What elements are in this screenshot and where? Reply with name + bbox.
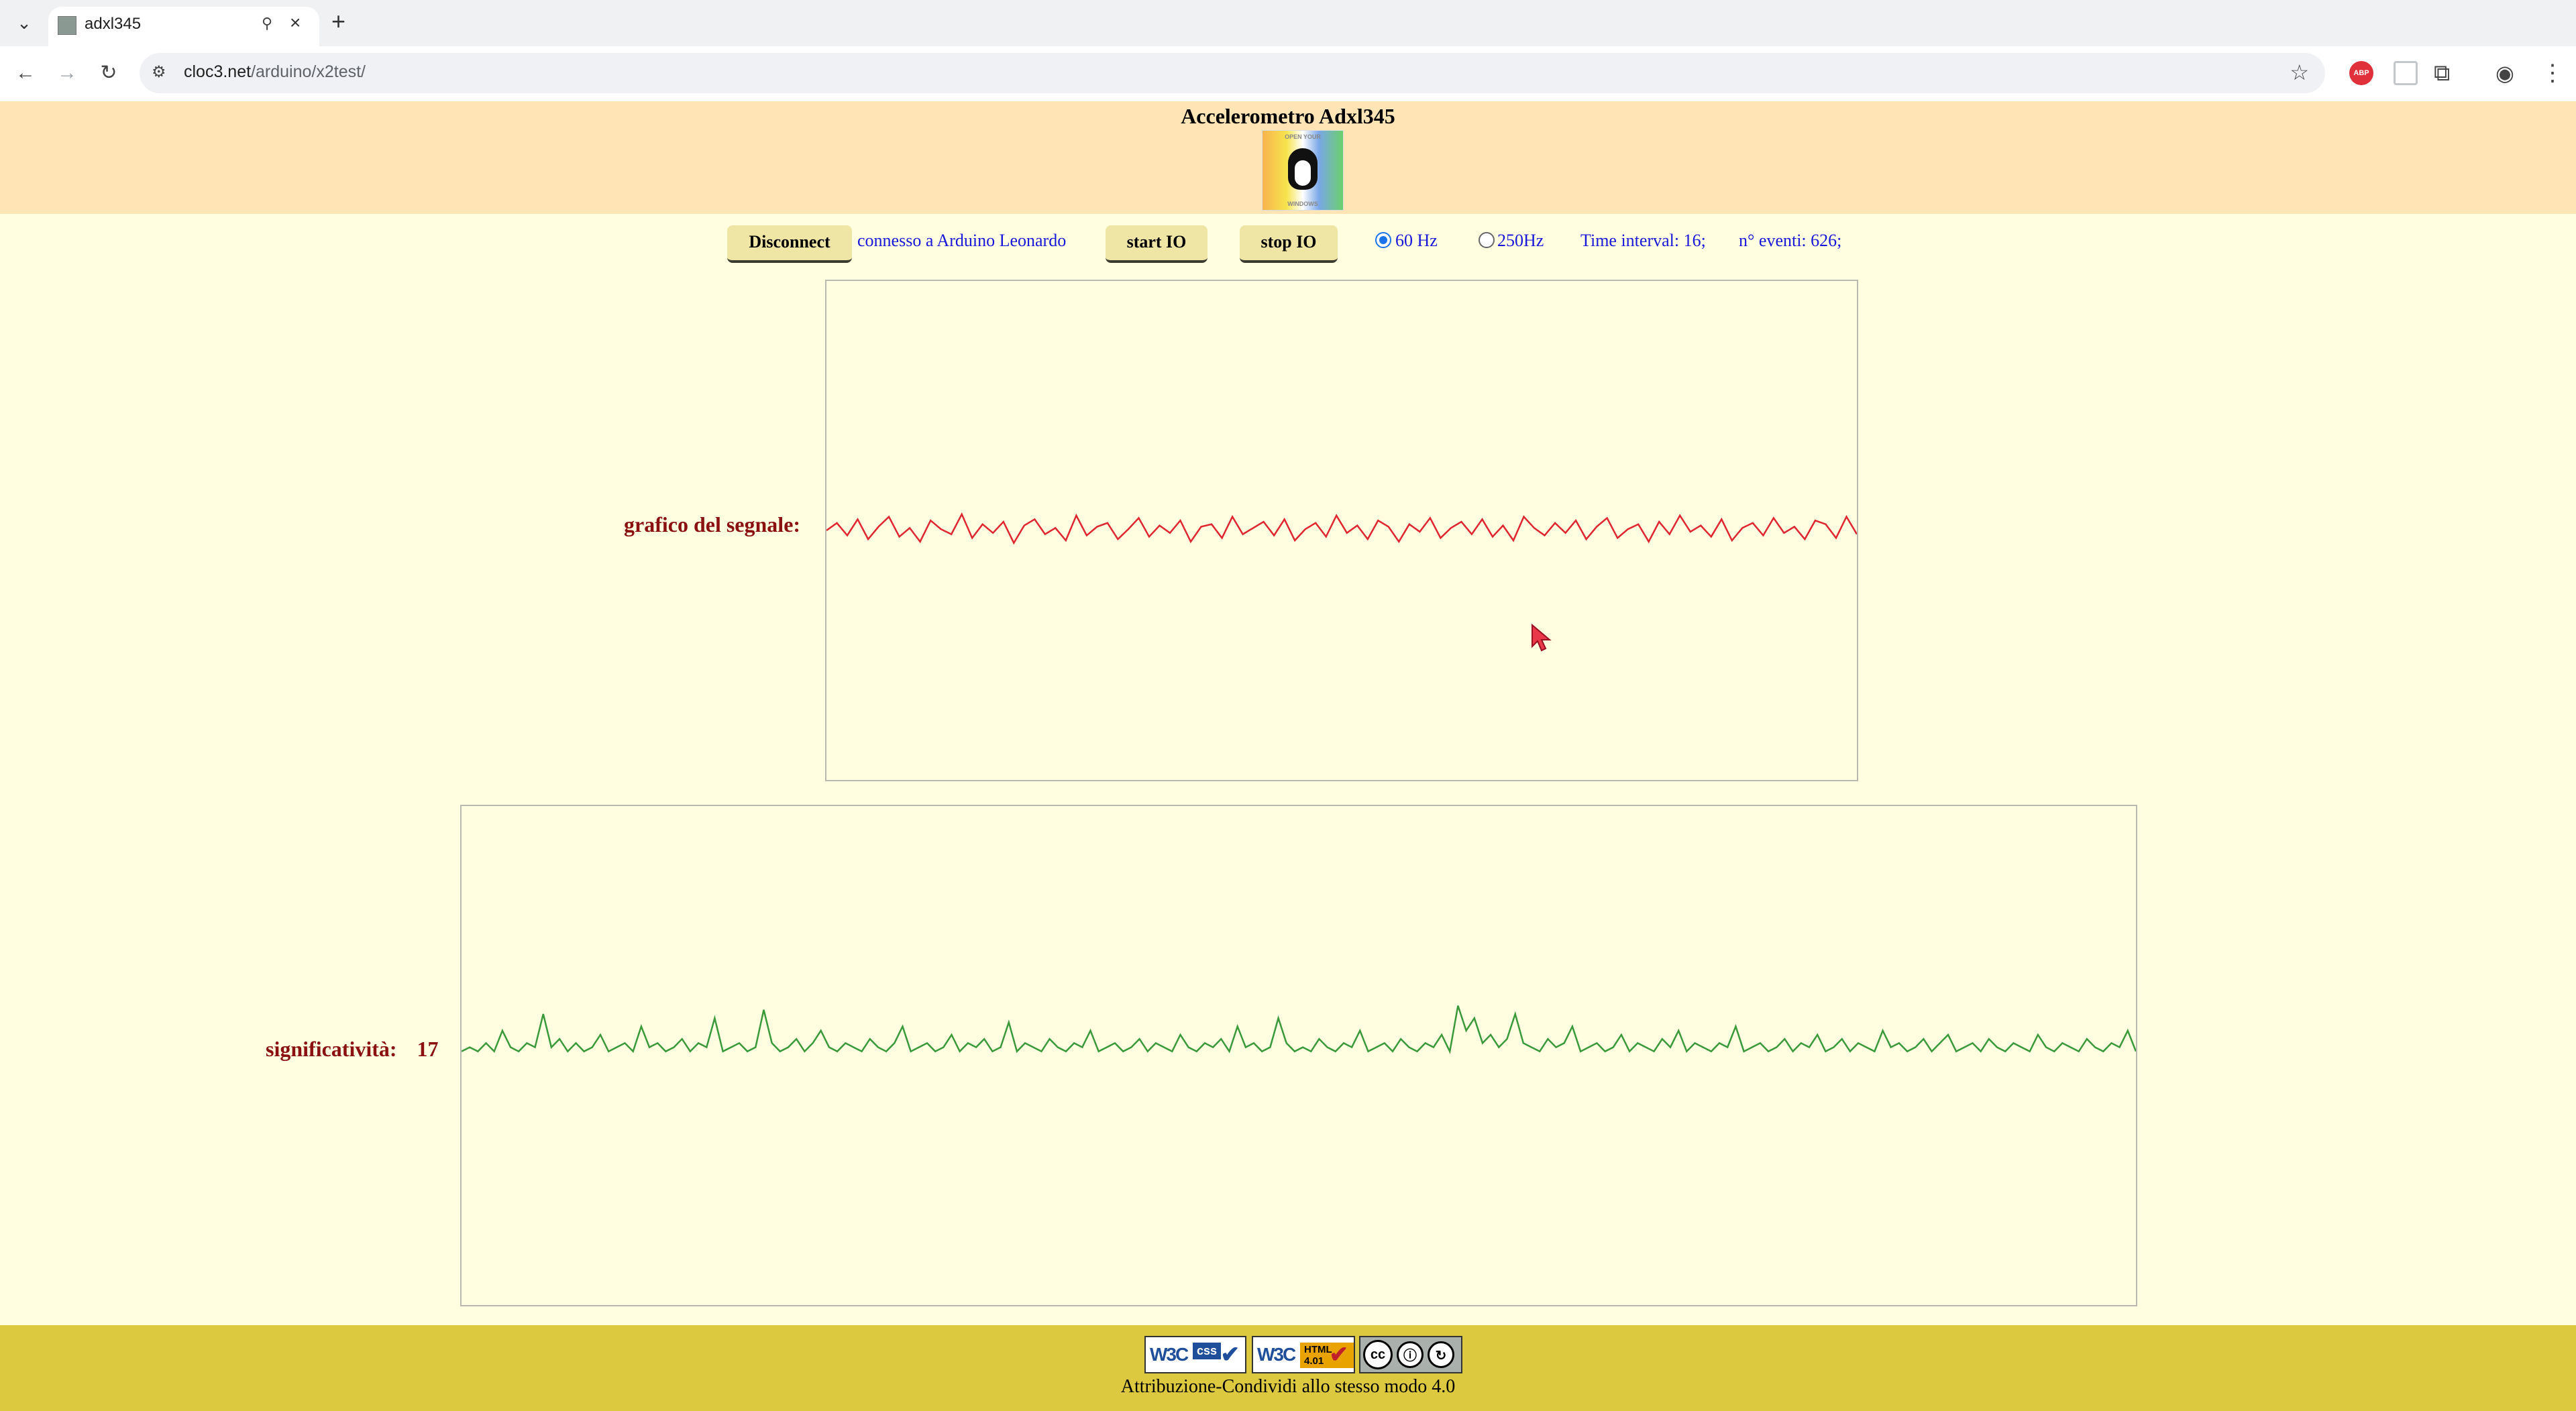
disconnect-button[interactable]: Disconnect bbox=[727, 225, 852, 263]
signal-chart-svg bbox=[826, 512, 1858, 545]
rate-60-label[interactable]: 60 Hz bbox=[1395, 231, 1438, 251]
cc-icon: cc bbox=[1363, 1340, 1393, 1369]
star-icon[interactable]: ☆ bbox=[2290, 60, 2309, 85]
url-text[interactable]: cloc3.net/arduino/x2test/ bbox=[184, 62, 366, 82]
penguin-belly bbox=[1295, 160, 1311, 186]
license-text: Attribuzione-Condividi allo stesso modo … bbox=[1120, 1376, 1456, 1397]
rate-250-radio[interactable] bbox=[1479, 232, 1495, 248]
w3c-css-logo: W3C bbox=[1150, 1344, 1189, 1365]
check-icon: ✔ bbox=[1220, 1342, 1240, 1367]
profile-icon[interactable]: ◉ bbox=[2496, 61, 2520, 85]
new-tab-icon[interactable]: + bbox=[331, 8, 345, 35]
rate-250-label[interactable]: 250Hz bbox=[1497, 231, 1544, 251]
significance-chart-svg bbox=[461, 1005, 2137, 1054]
puzzle-icon[interactable]: ⧉ bbox=[2434, 61, 2458, 85]
page-header: Accelerometro Adxl345 OPEN YOUR WINDOWS bbox=[0, 101, 2576, 214]
extension-icon[interactable] bbox=[2394, 61, 2418, 85]
kebab-menu-icon[interactable]: ⋮ bbox=[2541, 61, 2565, 85]
logo-text-bottom: WINDOWS bbox=[1287, 201, 1318, 207]
check-icon: ✔ bbox=[1329, 1342, 1349, 1367]
page-title: Accelerometro Adxl345 bbox=[1181, 104, 1395, 128]
audio-icon[interactable]: ⚲ bbox=[262, 15, 272, 32]
tab-strip: ⌄ adxl345 ⚲ × + bbox=[0, 0, 2576, 46]
series-line bbox=[826, 512, 1858, 545]
significance-label-text: significatività: bbox=[266, 1037, 397, 1061]
close-icon[interactable]: × bbox=[290, 12, 301, 34]
sa-icon: ↻ bbox=[1428, 1341, 1454, 1368]
event-count: n° eventi: 626; bbox=[1739, 231, 1842, 250]
by-icon: ⓘ bbox=[1397, 1341, 1424, 1368]
arrow-left-icon[interactable]: ← bbox=[11, 58, 40, 88]
stop-io-button[interactable]: stop IO bbox=[1240, 225, 1338, 263]
arrow-right-icon[interactable]: → bbox=[52, 58, 82, 88]
significance-value: 17 bbox=[417, 1037, 439, 1061]
start-io-button[interactable]: start IO bbox=[1106, 225, 1208, 263]
mouse-cursor-icon bbox=[1532, 624, 1552, 652]
rate-60-radio[interactable] bbox=[1375, 232, 1391, 248]
tab-active[interactable]: adxl345 ⚲ × bbox=[48, 7, 319, 46]
browser-toolbar: ← → ↻ ⚙ cloc3.net/arduino/x2test/ ☆ ABP … bbox=[0, 46, 2576, 103]
creative-commons-badge[interactable]: cc ⓘ ↻ bbox=[1359, 1336, 1462, 1373]
page-footer: W3C css ✔ W3C HTML 4.01 ✔ cc ⓘ ↻ Attribu… bbox=[0, 1325, 2576, 1411]
significance-chart bbox=[460, 805, 2137, 1306]
series-line bbox=[461, 1005, 2137, 1054]
tab-title: adxl345 bbox=[85, 15, 142, 33]
css-kind: css bbox=[1193, 1343, 1222, 1359]
controls-bar: Disconnect connesso a Arduino Leonardo s… bbox=[0, 221, 2576, 268]
logo-text-top: OPEN YOUR bbox=[1285, 133, 1321, 140]
connection-status: connesso a Arduino Leonardo bbox=[857, 231, 1067, 250]
reload-icon[interactable]: ↻ bbox=[94, 58, 123, 88]
favicon-icon bbox=[58, 16, 76, 35]
signal-chart-label: grafico del segnale: bbox=[624, 512, 801, 537]
logo: OPEN YOUR WINDOWS bbox=[1263, 131, 1343, 210]
adblock-icon[interactable]: ABP bbox=[2349, 61, 2373, 85]
signal-chart bbox=[825, 280, 1858, 781]
address-bar[interactable]: ⚙ cloc3.net/arduino/x2test/ ☆ bbox=[140, 53, 2325, 93]
time-interval: Time interval: 16; bbox=[1580, 231, 1706, 250]
significance-label: significatività: 17 bbox=[266, 1037, 439, 1062]
tune-icon[interactable]: ⚙ bbox=[152, 62, 166, 82]
w3c-css-badge[interactable]: W3C css ✔ bbox=[1144, 1336, 1246, 1373]
w3c-html-logo: W3C bbox=[1257, 1344, 1296, 1365]
chevron-down-icon[interactable]: ⌄ bbox=[11, 9, 38, 36]
w3c-html-badge[interactable]: W3C HTML 4.01 ✔ bbox=[1252, 1336, 1355, 1373]
